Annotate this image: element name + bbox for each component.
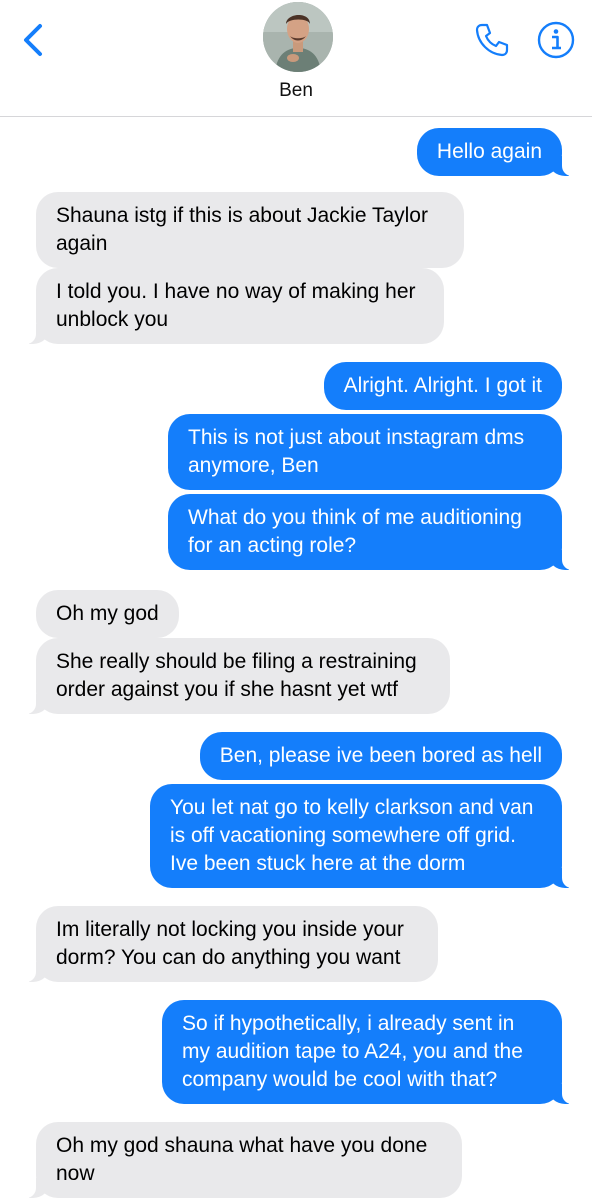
received-message[interactable]: I told you. I have no way of making her … (10, 268, 444, 344)
sent-message[interactable]: This is not just about instagram dms any… (168, 414, 562, 490)
call-button[interactable] (472, 20, 512, 60)
back-button[interactable] (18, 20, 54, 60)
contact-photo (263, 2, 333, 72)
contact-name[interactable]: Ben (0, 80, 592, 102)
info-icon (537, 21, 575, 59)
avatar[interactable] (263, 2, 333, 72)
phone-icon (475, 23, 509, 57)
conversation-header: Ben (0, 0, 592, 117)
chevron-left-icon (24, 24, 42, 56)
sent-message[interactable]: What do you think of me auditioning for … (168, 494, 588, 570)
message-thread[interactable]: Hello again Shauna istg if this is about… (0, 116, 592, 1200)
received-message[interactable]: She really should be filing a restrainin… (10, 638, 450, 714)
received-message[interactable]: Im literally not locking you inside your… (10, 906, 438, 982)
received-message[interactable]: Oh my god shauna what have you done now (10, 1122, 462, 1198)
sent-message[interactable]: Alright. Alright. I got it (323, 362, 562, 410)
sent-message[interactable]: You let nat go to kelly clarkson and van… (150, 784, 588, 888)
info-button[interactable] (536, 20, 576, 60)
received-message[interactable]: Shauna istg if this is about Jackie Tayl… (36, 192, 464, 268)
sent-message[interactable]: Ben, please ive been bored as hell (199, 732, 562, 780)
received-message[interactable]: Oh my god (36, 590, 179, 638)
sent-message[interactable]: Hello again (416, 128, 589, 176)
sent-message[interactable]: So if hypothetically, i already sent in … (162, 1000, 588, 1104)
